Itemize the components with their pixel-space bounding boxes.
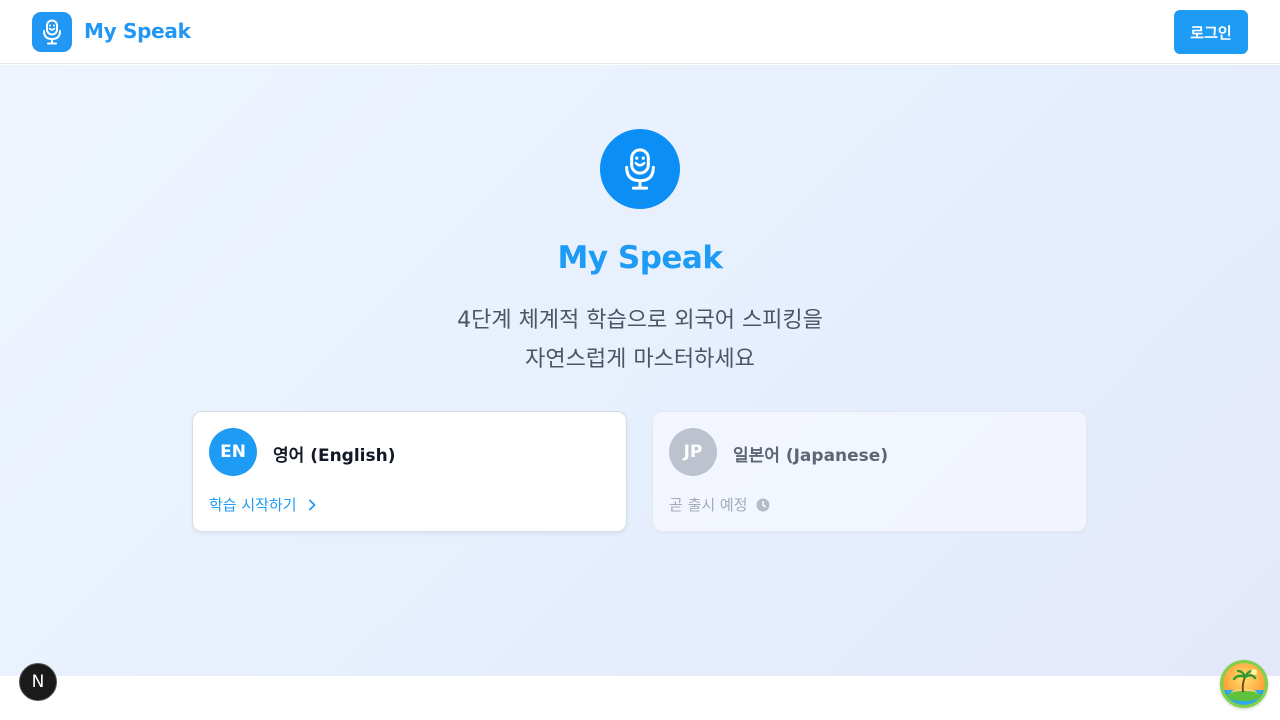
hero-title: My Speak: [557, 240, 723, 276]
assistant-button[interactable]: [1220, 660, 1268, 708]
dev-badge-letter: N: [31, 672, 45, 692]
language-code-badge: EN: [209, 428, 257, 476]
login-button[interactable]: 로그인: [1174, 10, 1248, 54]
microphone-smile-icon: [43, 19, 61, 45]
start-learning-label: 학습 시작하기: [209, 496, 297, 514]
hero-subtitle: 4단계 체계적 학습으로 외국어 스피킹을 자연스럽게 마스터하세요: [0, 301, 1280, 379]
hero-subtitle-line-1: 4단계 체계적 학습으로 외국어 스피킹을: [457, 308, 823, 333]
dev-tools-badge[interactable]: N: [19, 663, 57, 701]
language-card-japanese: JP 일본어 (Japanese) 곧 출시 예정: [652, 411, 1087, 532]
brand-logo[interactable]: [32, 12, 72, 52]
island-palm-icon: [1223, 669, 1265, 705]
language-card-english[interactable]: EN 영어 (English) 학습 시작하기: [192, 411, 627, 532]
footer-area: [0, 676, 1280, 720]
hero-section: My Speak 4단계 체계적 학습으로 외국어 스피킹을 자연스럽게 마스터…: [0, 65, 1280, 676]
coming-soon-status: 곧 출시 예정: [669, 494, 770, 515]
hero-subtitle-line-2: 자연스럽게 마스터하세요: [525, 347, 755, 372]
hero-logo: [600, 129, 680, 209]
language-name: 영어 (English): [273, 446, 396, 466]
top-header: My Speak 로그인: [0, 0, 1280, 64]
start-learning-link[interactable]: 학습 시작하기: [209, 494, 319, 515]
microphone-smile-icon: [625, 148, 655, 190]
chevron-right-icon: [308, 499, 315, 510]
coming-soon-label: 곧 출시 예정: [669, 496, 748, 514]
language-name: 일본어 (Japanese): [733, 446, 889, 466]
clock-icon: [756, 498, 770, 511]
brand-name[interactable]: My Speak: [84, 19, 191, 43]
language-code-badge: JP: [669, 428, 717, 476]
